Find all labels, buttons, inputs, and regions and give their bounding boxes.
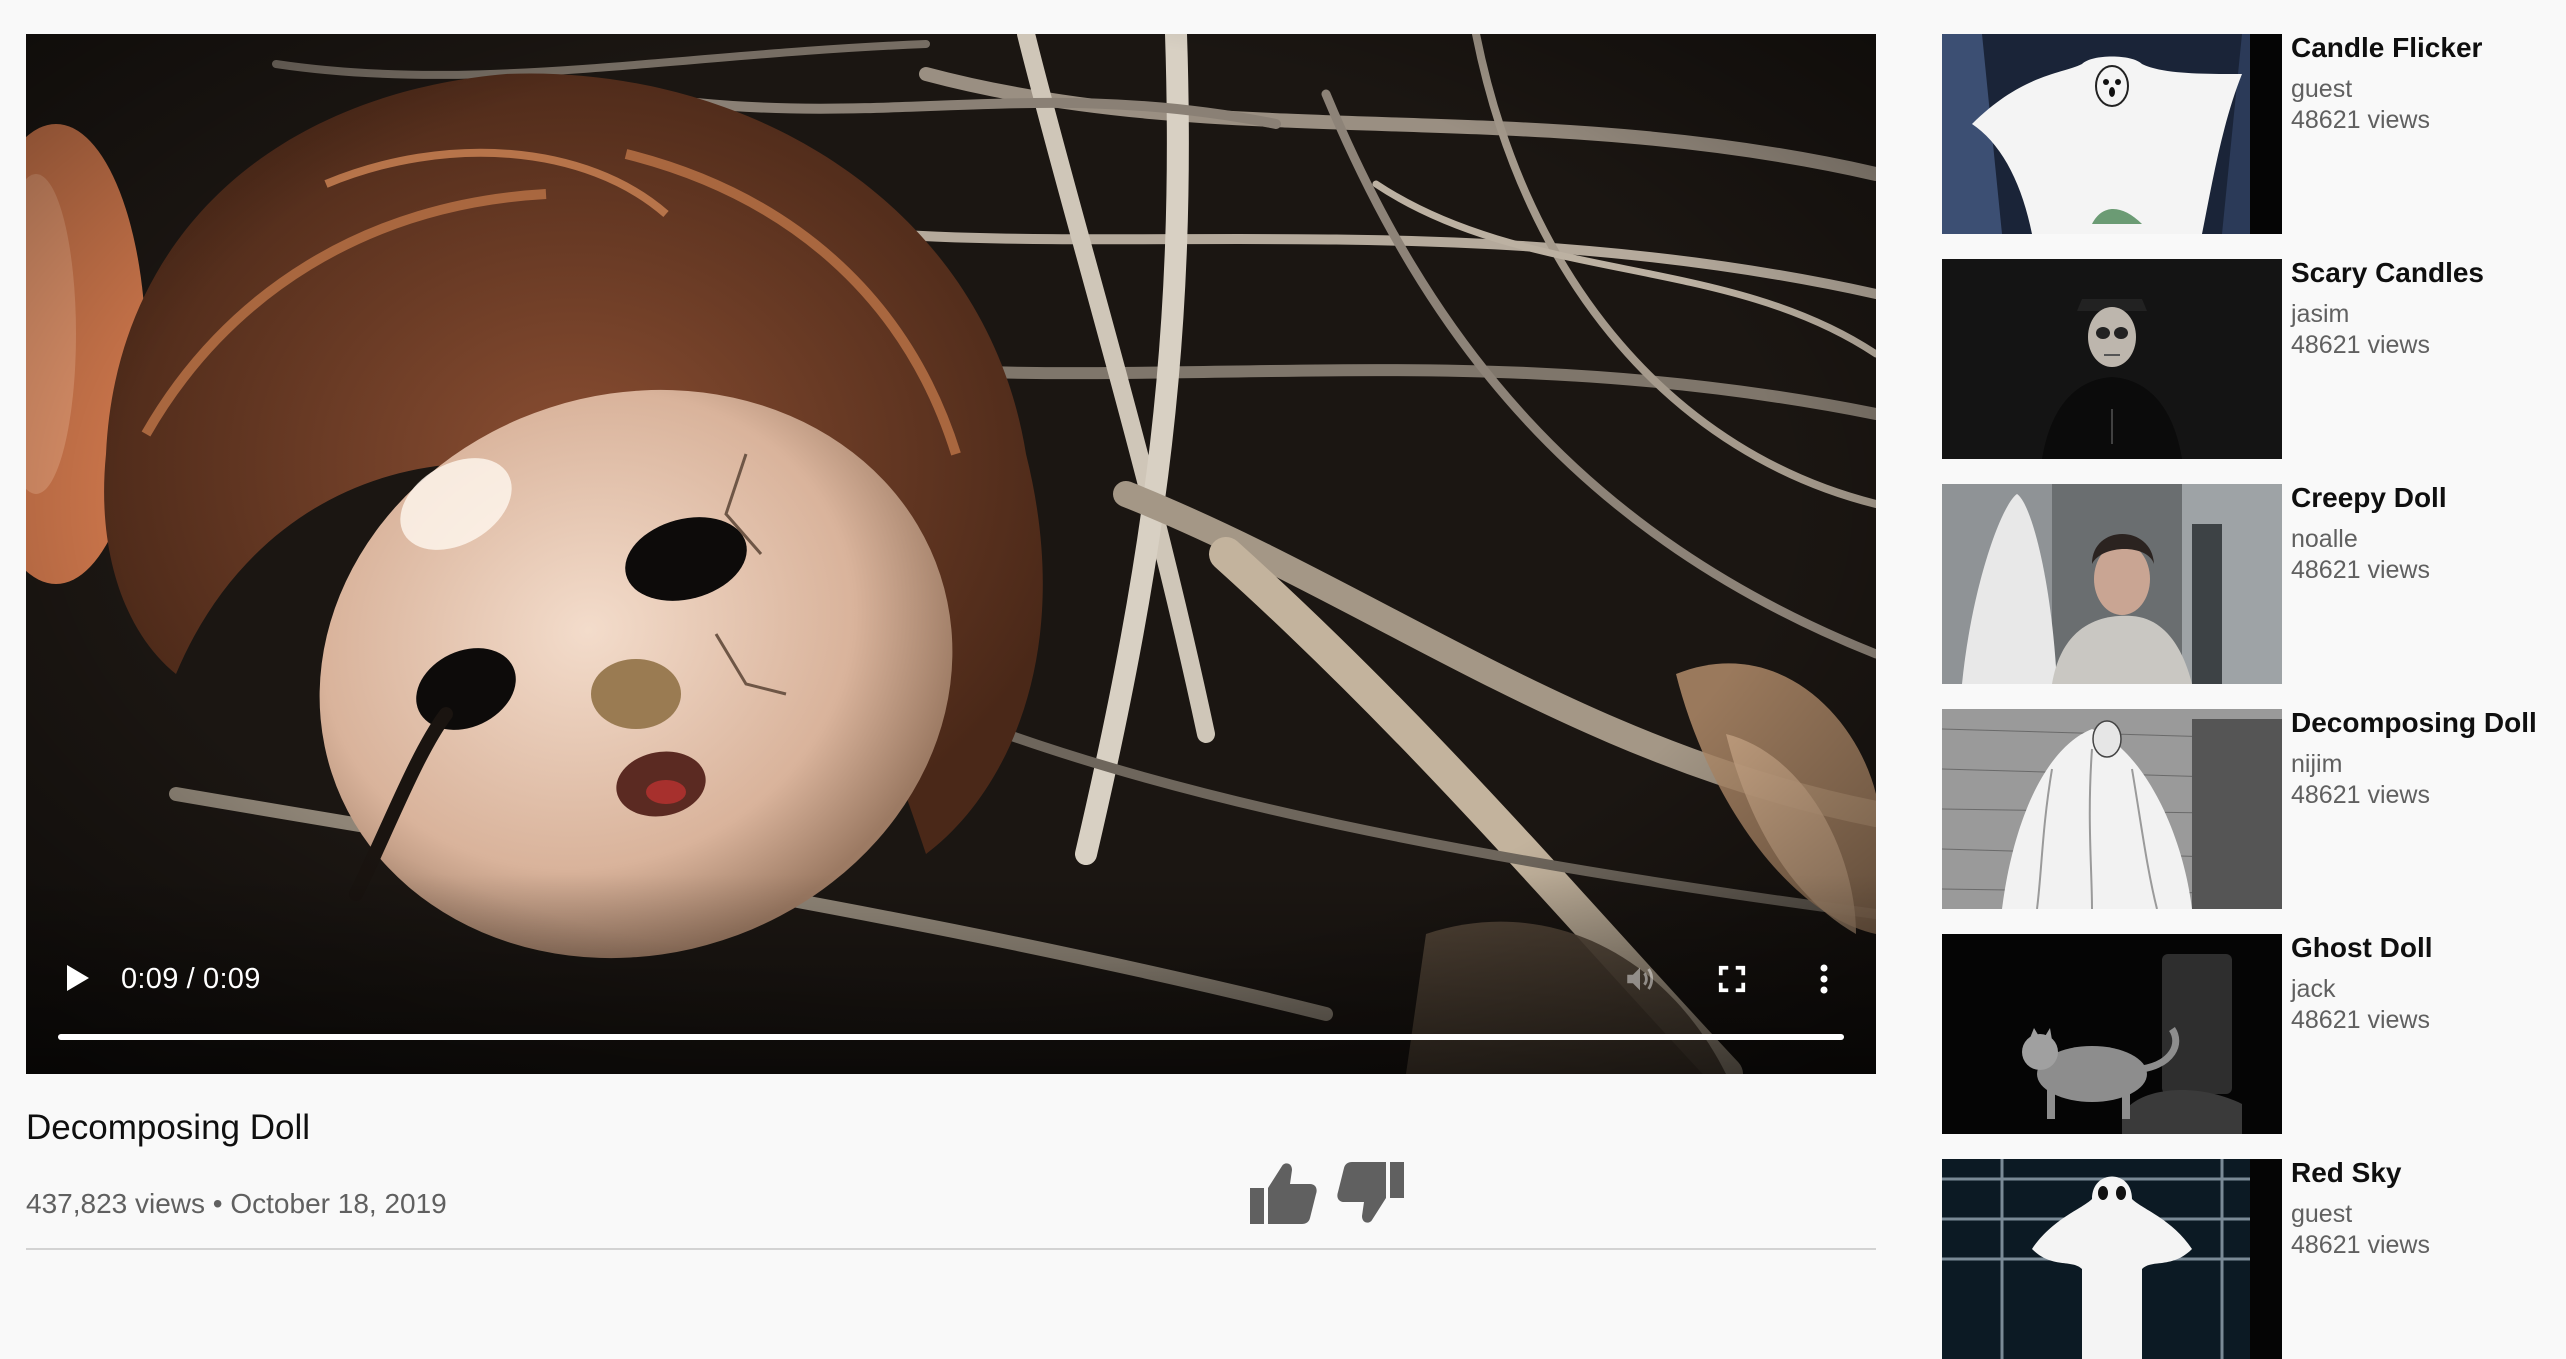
recommendation-views: 48621 views — [2291, 1006, 2430, 1034]
recommendation-views: 48621 views — [2291, 331, 2430, 359]
duration: 0:09 — [203, 963, 261, 995]
recommendation-thumbnail — [1942, 484, 2282, 684]
recommendation-item[interactable]: Decomposing Doll nijim 48621 views — [1942, 709, 2542, 909]
recommendation-channel: noalle — [2291, 525, 2358, 553]
mute-button[interactable] — [1618, 957, 1662, 1001]
recommendation-views: 48621 views — [2291, 106, 2430, 134]
recommendation-title[interactable]: Ghost Doll — [2291, 934, 2541, 962]
recommendation-thumbnail — [1942, 1159, 2282, 1359]
recommendation-channel: jack — [2291, 975, 2336, 1003]
thumbs-up-icon — [1250, 1163, 1317, 1224]
more-options-button[interactable] — [1802, 957, 1846, 1001]
recommendation-item[interactable]: Candle Flicker guest 48621 views — [1942, 34, 2542, 234]
play-button[interactable] — [58, 958, 98, 998]
recommendation-title[interactable]: Red Sky — [2291, 1159, 2541, 1187]
time-display: 0:09/0:09 — [121, 963, 261, 996]
recommendation-title[interactable]: Decomposing Doll — [2291, 709, 2541, 737]
recommendation-channel: jasim — [2291, 300, 2350, 328]
fullscreen-icon — [1718, 965, 1746, 993]
video-title: Decomposing Doll — [26, 1108, 311, 1147]
divider — [26, 1248, 1876, 1250]
video-player[interactable]: 0:09/0:09 — [26, 34, 1876, 1074]
recommendation-views: 48621 views — [2291, 556, 2430, 584]
recommendation-item[interactable]: Red Sky guest 48621 views — [1942, 1159, 2542, 1359]
recommendation-views: 48621 views — [2291, 1231, 2430, 1259]
controls-overlay — [26, 874, 1876, 1074]
recommendation-thumbnail — [1942, 259, 2282, 459]
recommendation-thumbnail — [1942, 709, 2282, 909]
play-icon — [67, 965, 89, 991]
thumbs-down-icon — [1337, 1162, 1404, 1223]
more-options-icon — [1820, 964, 1828, 994]
dislike-button[interactable] — [1336, 1158, 1408, 1228]
recommendation-views: 48621 views — [2291, 781, 2430, 809]
time-separator: / — [186, 963, 196, 995]
recommendation-title[interactable]: Scary Candles — [2291, 259, 2491, 287]
recommendation-title[interactable]: Candle Flicker — [2291, 34, 2491, 62]
recommendation-item[interactable]: Scary Candles jasim 48621 views — [1942, 259, 2542, 459]
recommendation-item[interactable]: Ghost Doll jack 48621 views — [1942, 934, 2542, 1134]
video-meta: 437,823 views • October 18, 2019 — [26, 1188, 447, 1219]
recommendation-title[interactable]: Creepy Doll — [2291, 484, 2541, 512]
like-button[interactable] — [1246, 1158, 1318, 1228]
recommendation-channel: guest — [2291, 75, 2353, 103]
recommendation-channel: nijim — [2291, 750, 2343, 778]
recommendation-channel: guest — [2291, 1200, 2353, 1228]
current-time: 0:09 — [121, 963, 179, 995]
recommendation-thumbnail — [1942, 934, 2282, 1134]
recommendation-item[interactable]: Creepy Doll noalle 48621 views — [1942, 484, 2542, 684]
progress-bar[interactable] — [58, 1034, 1844, 1040]
fullscreen-button[interactable] — [1710, 957, 1754, 1001]
progress-fill — [58, 1034, 1844, 1040]
volume-muted-icon — [1627, 967, 1654, 991]
recommendation-thumbnail — [1942, 34, 2282, 234]
